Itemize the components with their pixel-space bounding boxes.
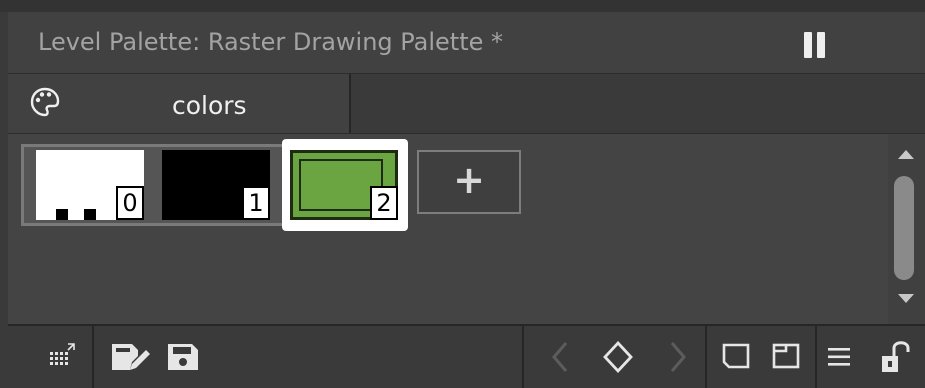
chip-notch bbox=[56, 209, 68, 220]
chip-notch bbox=[84, 209, 96, 220]
chip-index: 0 bbox=[116, 186, 144, 220]
grid-view-icon[interactable] bbox=[32, 326, 92, 388]
next-icon[interactable] bbox=[658, 326, 698, 388]
toolbar-separator bbox=[92, 326, 94, 388]
title-bar[interactable]: Level Palette: Raster Drawing Palette * bbox=[8, 12, 925, 74]
keyframe-icon[interactable] bbox=[594, 326, 642, 388]
scroll-down-arrow-icon[interactable] bbox=[898, 294, 914, 303]
palette-icon bbox=[30, 87, 60, 117]
top-strip bbox=[0, 0, 925, 12]
new-page-icon[interactable] bbox=[714, 326, 758, 388]
toolbar-separator bbox=[705, 326, 707, 388]
toolbar-separator bbox=[815, 326, 817, 388]
add-style-button[interactable]: + bbox=[417, 150, 521, 214]
toolbar-separator bbox=[522, 326, 524, 388]
new-style-icon[interactable] bbox=[764, 326, 808, 388]
level-palette-panel: Level Palette: Raster Drawing Palette * … bbox=[0, 0, 925, 388]
page-tab-bar: colors bbox=[8, 74, 925, 134]
style-chip-area[interactable]: 0 1 2 + bbox=[8, 134, 888, 324]
vertical-scrollbar[interactable] bbox=[888, 134, 925, 324]
save-icon[interactable] bbox=[158, 326, 208, 388]
style-chip-0[interactable]: 0 bbox=[36, 150, 144, 220]
chip-index: 2 bbox=[370, 186, 398, 220]
tab-label: colors bbox=[172, 91, 247, 120]
tab-colors[interactable]: colors bbox=[8, 74, 351, 133]
scroll-up-arrow-icon[interactable] bbox=[898, 150, 914, 159]
style-chip-1[interactable]: 1 bbox=[162, 150, 270, 220]
edit-palette-icon[interactable] bbox=[104, 326, 154, 388]
selected-chip-frame: 2 bbox=[282, 139, 408, 231]
pause-icon[interactable] bbox=[804, 32, 828, 58]
style-chip-2[interactable]: 2 bbox=[290, 150, 398, 220]
left-edge bbox=[0, 12, 8, 388]
chip-index: 1 bbox=[242, 186, 270, 220]
lock-icon[interactable] bbox=[874, 326, 925, 388]
previous-icon[interactable] bbox=[540, 326, 580, 388]
bottom-toolbar bbox=[8, 324, 925, 388]
panel-title: Level Palette: Raster Drawing Palette * bbox=[38, 28, 504, 56]
menu-icon[interactable] bbox=[822, 326, 858, 388]
scroll-thumb[interactable] bbox=[894, 176, 914, 280]
